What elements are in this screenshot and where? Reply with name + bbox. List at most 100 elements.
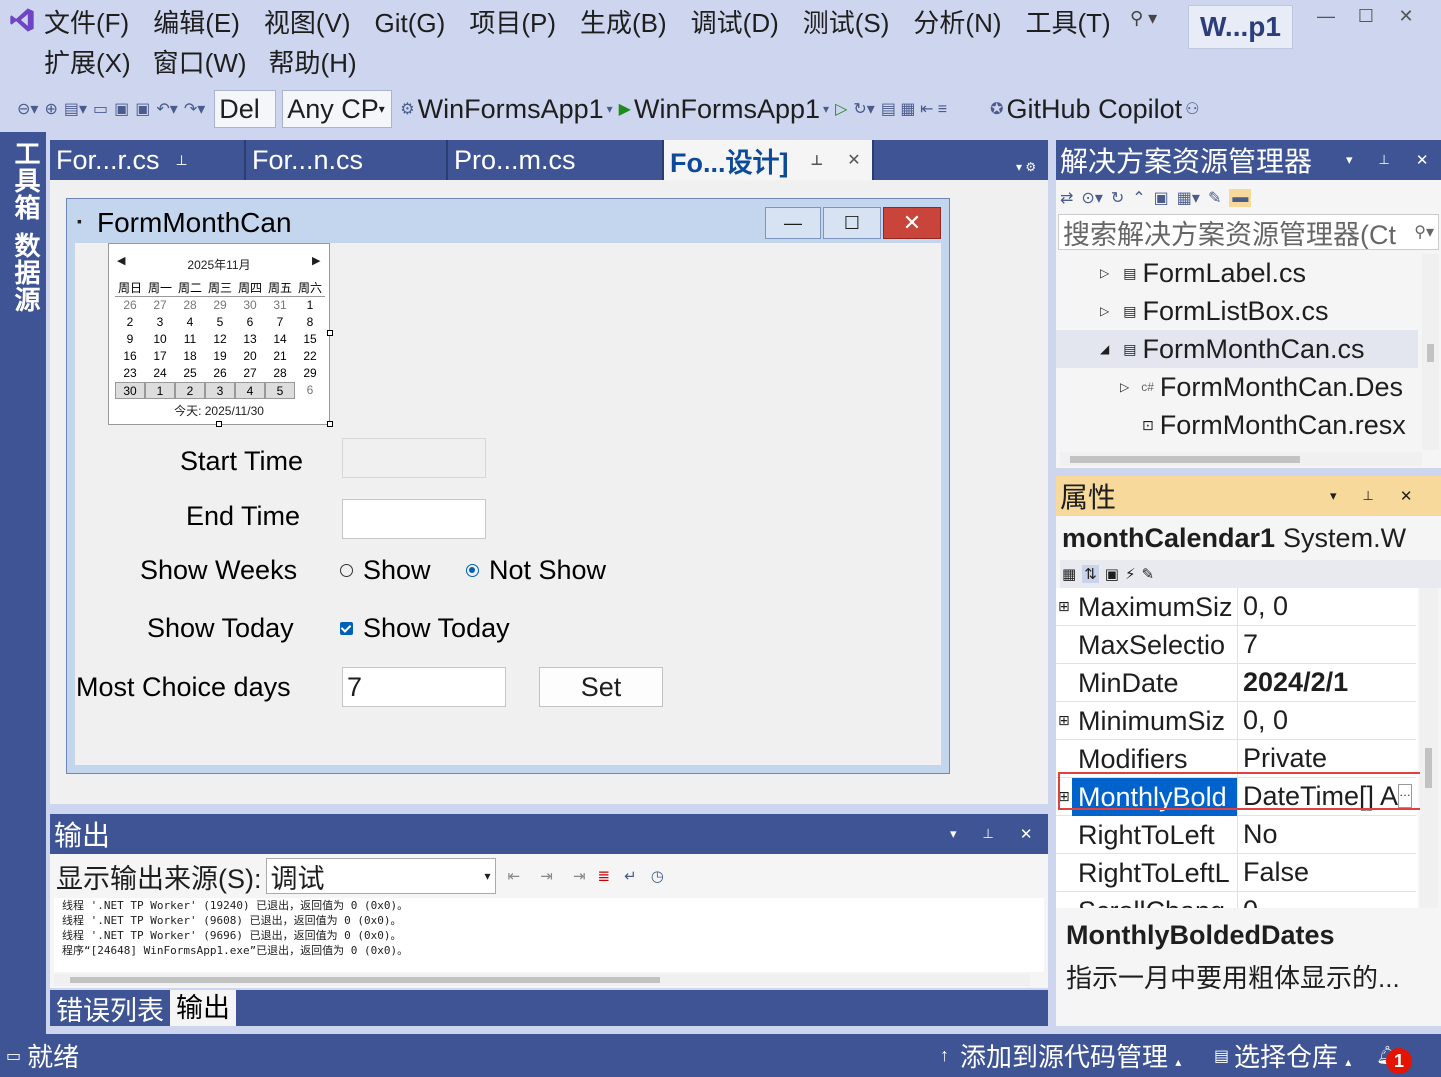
word-wrap-icon[interactable]: ↵ [624,867,637,885]
menu-extensions[interactable]: 扩展(X) [44,43,131,83]
notification-badge[interactable]: 1 [1386,1048,1412,1074]
property-pages-icon[interactable]: ▣ [1105,565,1119,583]
horizontal-scrollbar[interactable] [1060,452,1422,466]
calendar-day[interactable]: 30 [115,382,145,399]
menu-build[interactable]: 生成(B) [580,3,667,43]
calendar-day[interactable]: 23 [115,365,145,382]
calendar-day[interactable]: 2 [175,382,205,399]
close-icon[interactable]: ✕ [1400,487,1413,505]
property-value[interactable]: 7 [1238,629,1414,660]
open-folder-icon[interactable]: ▭ [93,99,108,119]
properties-scrollbar[interactable] [1420,588,1438,908]
close-tab-icon[interactable]: ✕ [847,150,860,170]
calendar-day[interactable]: 22 [295,348,325,365]
property-value[interactable]: No [1238,819,1414,850]
tab-output[interactable]: 输出 [170,990,236,1026]
calendar-day[interactable]: 25 [175,365,205,382]
tab-form-designer-cs[interactable]: For...r.cs ⊥ [50,140,246,180]
calendar-day[interactable]: 12 [205,331,235,348]
output-horizontal-scrollbar[interactable] [54,974,1030,986]
calendar-day[interactable]: 27 [235,365,265,382]
run-target-button[interactable]: WinFormsApp1 [634,94,820,125]
calendar-today-label[interactable]: 今天: 2025/11/30 [109,402,329,419]
form-maximize-button[interactable]: ☐ [823,207,881,239]
back-icon[interactable]: ⊖▾ [17,99,38,119]
menu-tools[interactable]: 工具(T) [1026,3,1111,43]
search-icon[interactable]: ⚲▾ [1414,222,1434,242]
pin-icon[interactable]: ⊥ [1363,488,1374,504]
hot-reload-icon[interactable]: ↻▾ [853,99,874,119]
calendar-day[interactable]: 2 [115,314,145,331]
calendar-day[interactable]: 28 [175,297,205,314]
calendar-day[interactable]: 15 [295,331,325,348]
property-value[interactable]: Private [1238,743,1414,774]
close-icon[interactable]: ✕ [1020,825,1033,843]
panel-dropdown-icon[interactable]: ▾ [950,826,957,842]
menu-debug[interactable]: 调试(D) [691,3,779,43]
events-icon[interactable]: ⚡ [1125,565,1136,583]
calendar-day[interactable]: 8 [295,314,325,331]
close-icon[interactable]: ✕ [1416,151,1429,169]
calendar-day[interactable]: 13 [235,331,265,348]
menu-test[interactable]: 测试(S) [803,3,890,43]
property-row-righttoleftlayout[interactable]: RightToLeftL False [1056,853,1416,892]
calendar-day[interactable]: 30 [235,297,265,314]
calendar-day[interactable]: 4 [175,314,205,331]
search-icon[interactable]: ⚲ ▾ [1130,8,1157,29]
property-row-righttoleft[interactable]: RightToLeft No [1056,815,1416,854]
expand-icon[interactable]: ▷ [1100,304,1109,318]
account-icon[interactable]: ⚇ [1185,99,1199,119]
resize-handle[interactable] [327,421,333,427]
pin-icon[interactable]: ⊥ [810,152,823,169]
property-value[interactable]: 0, 0 [1238,591,1414,622]
calendar-day[interactable]: 4 [235,382,265,399]
tab-program-cs[interactable]: Pro...m.cs [448,140,664,180]
startup-project-select[interactable]: WinFormsApp1 [418,94,604,125]
property-value[interactable]: False [1238,857,1414,888]
calendar-day[interactable]: 27 [145,297,175,314]
forward-icon[interactable]: ⊕ [44,99,57,119]
calendar-day[interactable]: 3 [205,382,235,399]
calendar-day[interactable]: 7 [265,314,295,331]
calendar-day[interactable]: 26 [205,365,235,382]
menu-view[interactable]: 视图(V) [264,3,351,43]
toolbar-misc-icon[interactable]: ▤ ▦ ⇤ ≡ [881,99,947,119]
most-choice-days-input[interactable]: 7 [342,667,506,707]
pin-icon[interactable]: ⊥ [176,152,188,169]
calendar-day[interactable]: 31 [265,297,295,314]
calendar-day[interactable]: 9 [115,331,145,348]
property-row-maxselection[interactable]: MaxSelectio 7 [1056,625,1416,664]
show-weeks-radio-not-show[interactable]: Not Show [466,555,606,586]
tab-overflow-icon[interactable]: ▾ ⚙ [1016,160,1036,174]
show-weeks-radio-show[interactable]: Show [340,555,431,586]
preview-icon[interactable]: ▬ [1229,189,1252,207]
start-time-field[interactable] [342,438,486,478]
output-tool-icons[interactable]: ⇤ ⇥ ⇥ [508,867,594,885]
vertical-scrollbar[interactable] [1422,254,1439,450]
filter-icon[interactable]: ▦▾ [1177,188,1200,208]
calendar-day[interactable]: 29 [205,297,235,314]
timestamp-icon[interactable]: ◷ [651,867,664,885]
undo-icon[interactable]: ↶▾ [156,99,177,119]
save-all-icon[interactable]: ▣ [135,99,150,119]
menu-help[interactable]: 帮助(H) [269,43,357,83]
calendar-day[interactable]: 24 [145,365,175,382]
calendar-day[interactable]: 21 [265,348,295,365]
menu-edit[interactable]: 编辑(E) [153,3,240,43]
add-to-source-control-button[interactable]: 添加到源代码管理 ▴ [960,1037,1181,1074]
wrench-icon[interactable]: ✎ [1142,565,1155,583]
configuration-select[interactable]: Del [214,90,277,128]
resize-handle[interactable] [216,421,222,427]
show-today-checkbox[interactable]: Show Today [340,613,510,644]
calendar-day[interactable]: 5 [265,382,295,399]
save-icon[interactable]: ▣ [114,99,129,119]
github-copilot-button[interactable]: GitHub Copilot [1007,94,1183,125]
minimize-icon[interactable]: — [1306,6,1346,27]
tree-item[interactable]: ⊡ FormMonthCan.resx [1056,406,1418,444]
property-value[interactable]: 2024/2/1 [1238,667,1414,698]
pin-icon[interactable]: ⊥ [1379,152,1390,168]
collapse-icon[interactable]: ⌃ [1132,188,1145,208]
calendar-day[interactable]: 28 [265,365,295,382]
run-without-debug-icon[interactable]: ▷ [835,99,847,119]
calendar-day[interactable]: 3 [145,314,175,331]
